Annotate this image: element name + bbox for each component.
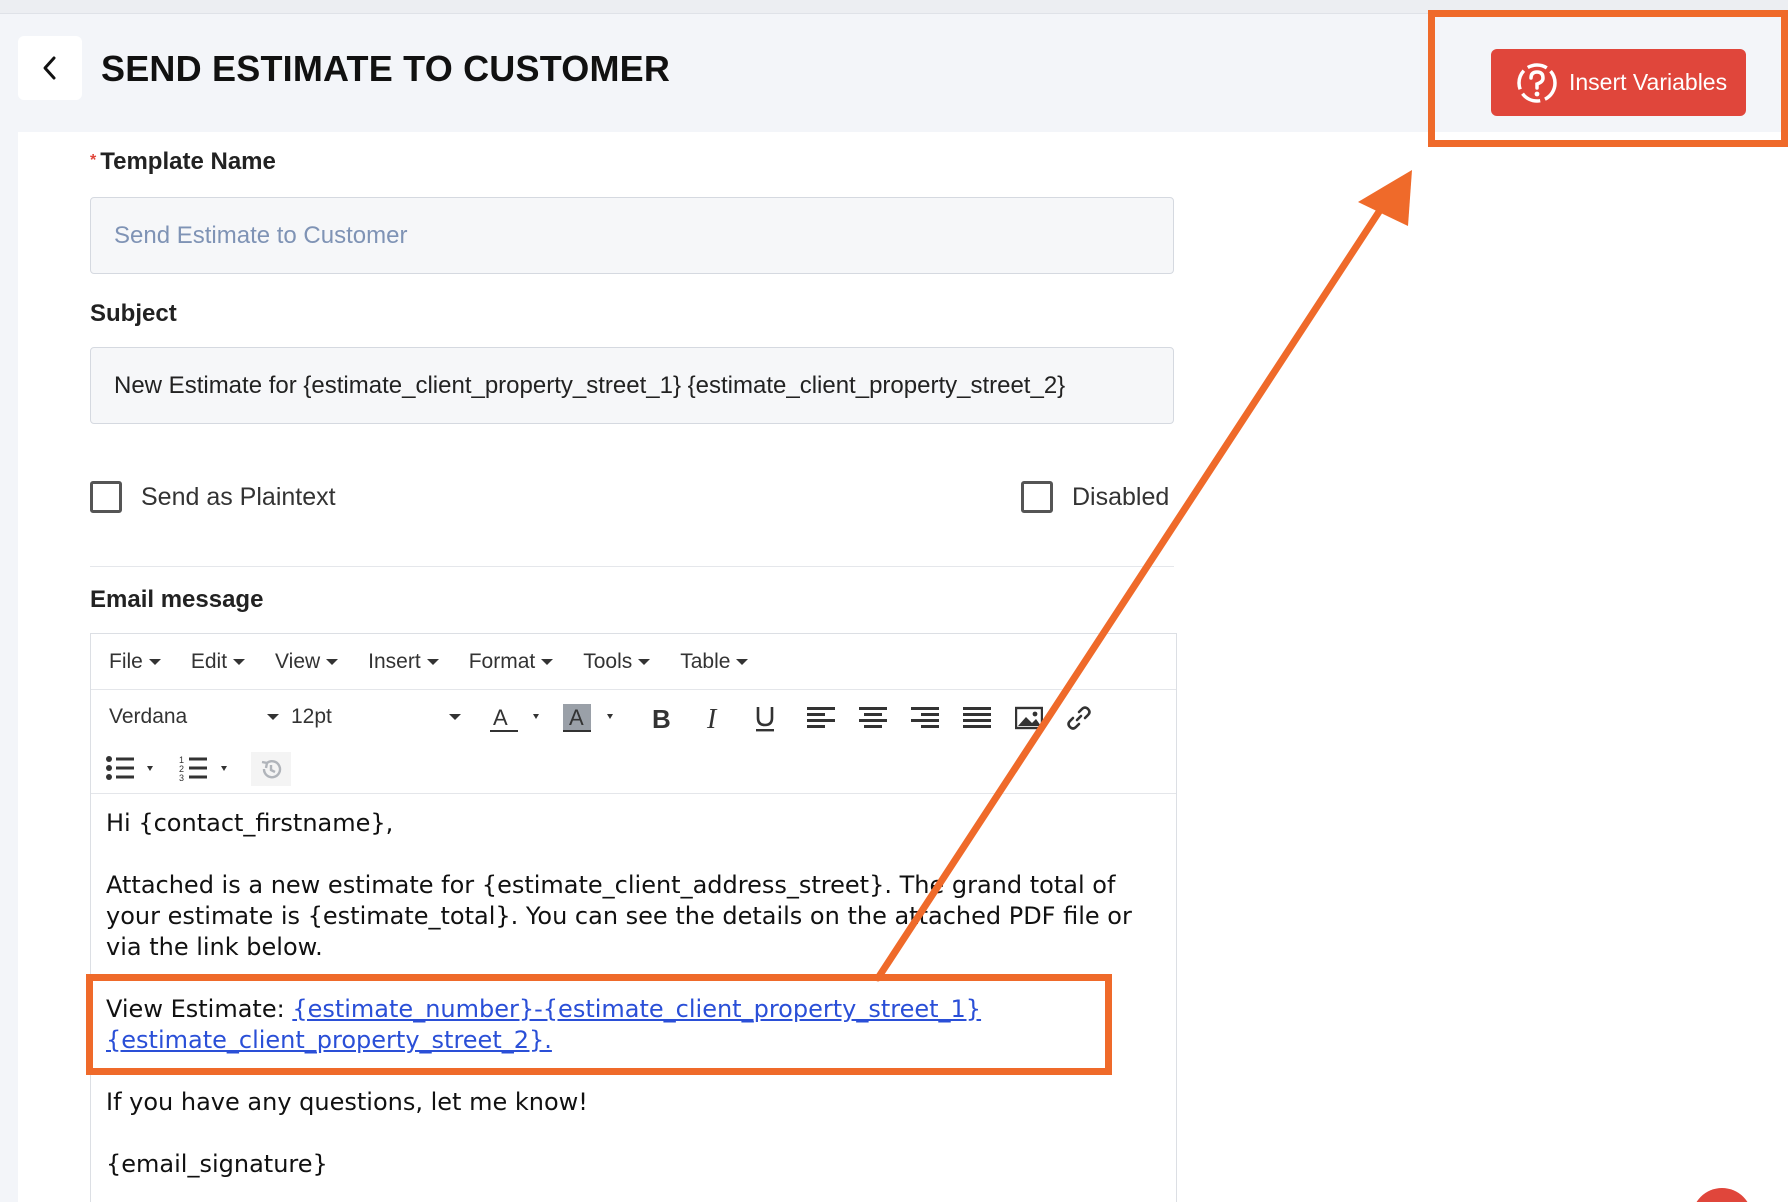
arrow-head-icon bbox=[1358, 170, 1412, 226]
annotation-arrow bbox=[874, 170, 1412, 982]
arrow-line bbox=[874, 194, 1392, 982]
